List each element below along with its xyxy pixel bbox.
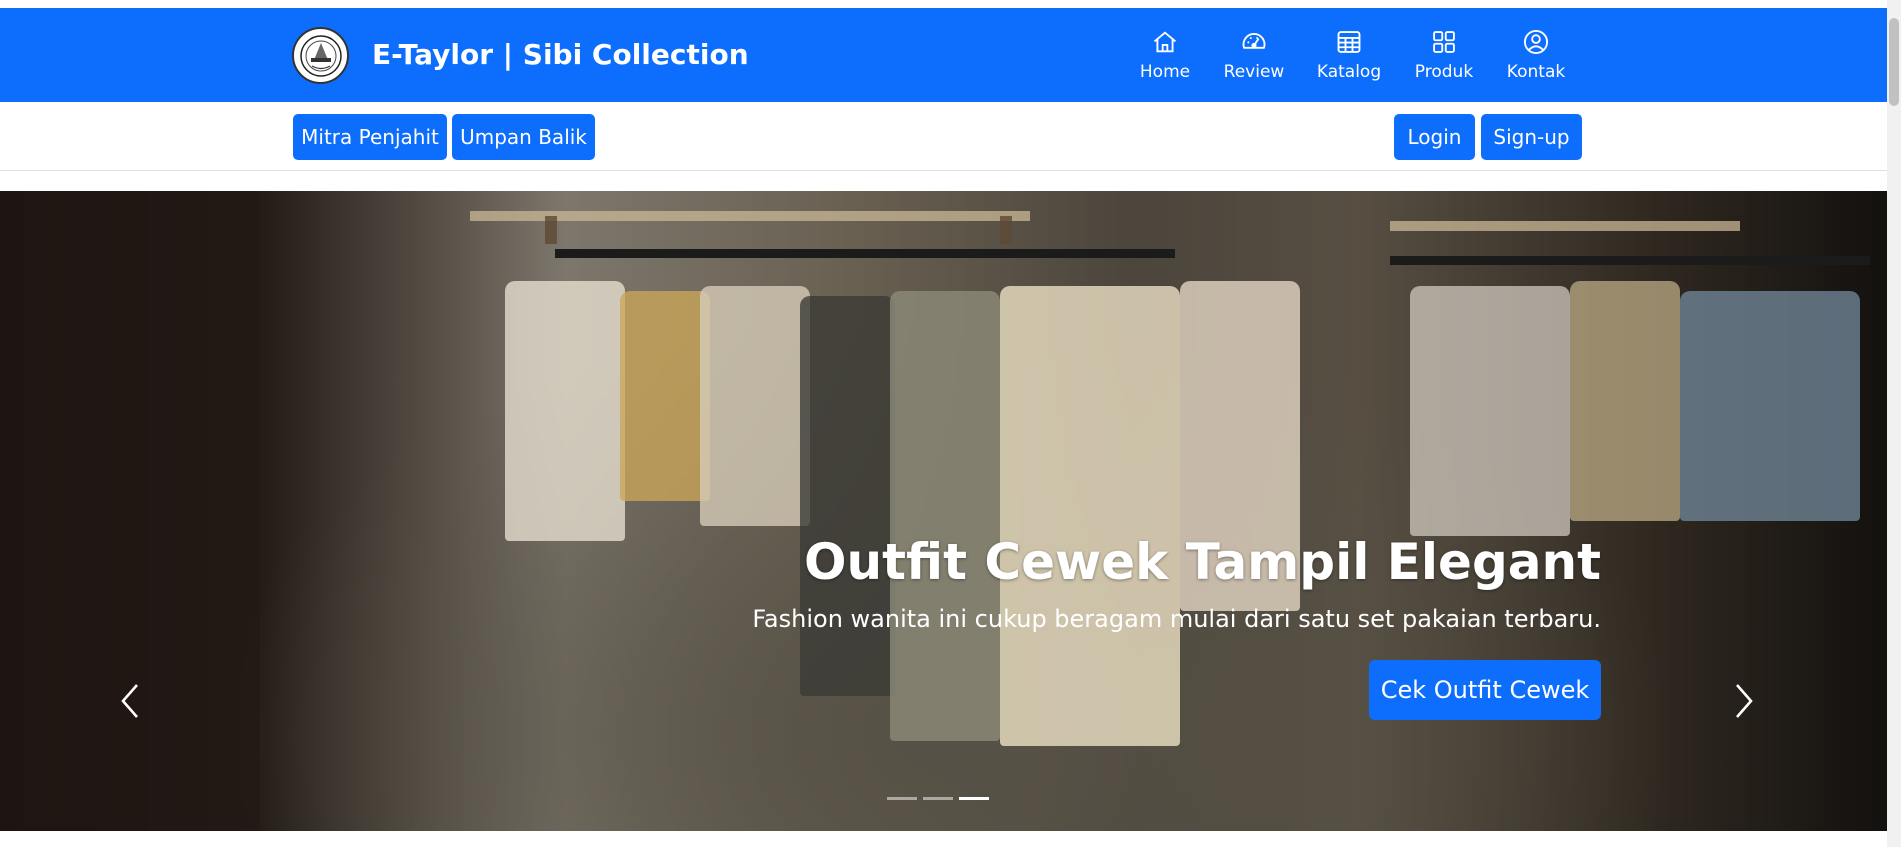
chevron-right-icon: [1736, 684, 1753, 718]
navbar: E-Taylor | Sibi Collection Home Review K…: [0, 8, 1887, 102]
umpan-balik-button[interactable]: Umpan Balik: [452, 114, 595, 160]
carousel-next-button[interactable]: [1724, 671, 1764, 731]
scrollbar-thumb[interactable]: [1889, 18, 1899, 106]
table-icon: [1337, 31, 1361, 53]
brand-title[interactable]: E-Taylor | Sibi Collection: [372, 38, 749, 71]
nav-item-produk[interactable]: Produk: [1399, 28, 1489, 82]
speedometer-icon: [1242, 33, 1266, 49]
chevron-left-icon: [121, 684, 138, 718]
page-scrollbar[interactable]: [1887, 0, 1901, 847]
brand-logo[interactable]: [292, 27, 349, 84]
house-icon: [1153, 31, 1177, 53]
carousel-background-image: [0, 191, 1887, 831]
nav-item-label: Katalog: [1316, 62, 1382, 82]
person-circle-icon: [1523, 29, 1549, 55]
nav-item-review[interactable]: Review: [1209, 28, 1299, 82]
hero-carousel: [0, 191, 1887, 831]
carousel-caption-title: Outfit Cewek Tampil Elegant: [804, 533, 1601, 591]
signup-button[interactable]: Sign-up: [1481, 114, 1582, 160]
nav-item-label: Review: [1223, 62, 1285, 82]
carousel-indicator-3[interactable]: [959, 797, 989, 800]
nav-item-label: Home: [1139, 62, 1191, 82]
grid-icon: [1433, 31, 1455, 53]
nav-item-katalog[interactable]: Katalog: [1304, 28, 1394, 82]
nav-item-label: Kontak: [1506, 62, 1566, 82]
secondary-bar: Mitra Penjahit Umpan Balik Login Sign-up: [0, 102, 1887, 171]
carousel-indicator-1[interactable]: [887, 797, 917, 800]
login-button[interactable]: Login: [1394, 114, 1475, 160]
carousel-indicator-2[interactable]: [923, 797, 953, 800]
carousel-prev-button[interactable]: [110, 671, 150, 731]
top-strip: [0, 0, 1887, 8]
carousel-caption-text: Fashion wanita ini cukup beragam mulai d…: [752, 605, 1601, 633]
nav-item-kontak[interactable]: Kontak: [1491, 28, 1581, 82]
nav-item-home[interactable]: Home: [1120, 28, 1210, 82]
mitra-penjahit-button[interactable]: Mitra Penjahit: [293, 114, 447, 160]
cek-outfit-button[interactable]: Cek Outfit Cewek: [1369, 660, 1601, 720]
nav-item-label: Produk: [1414, 62, 1474, 82]
crest-logo-icon: [299, 34, 342, 77]
